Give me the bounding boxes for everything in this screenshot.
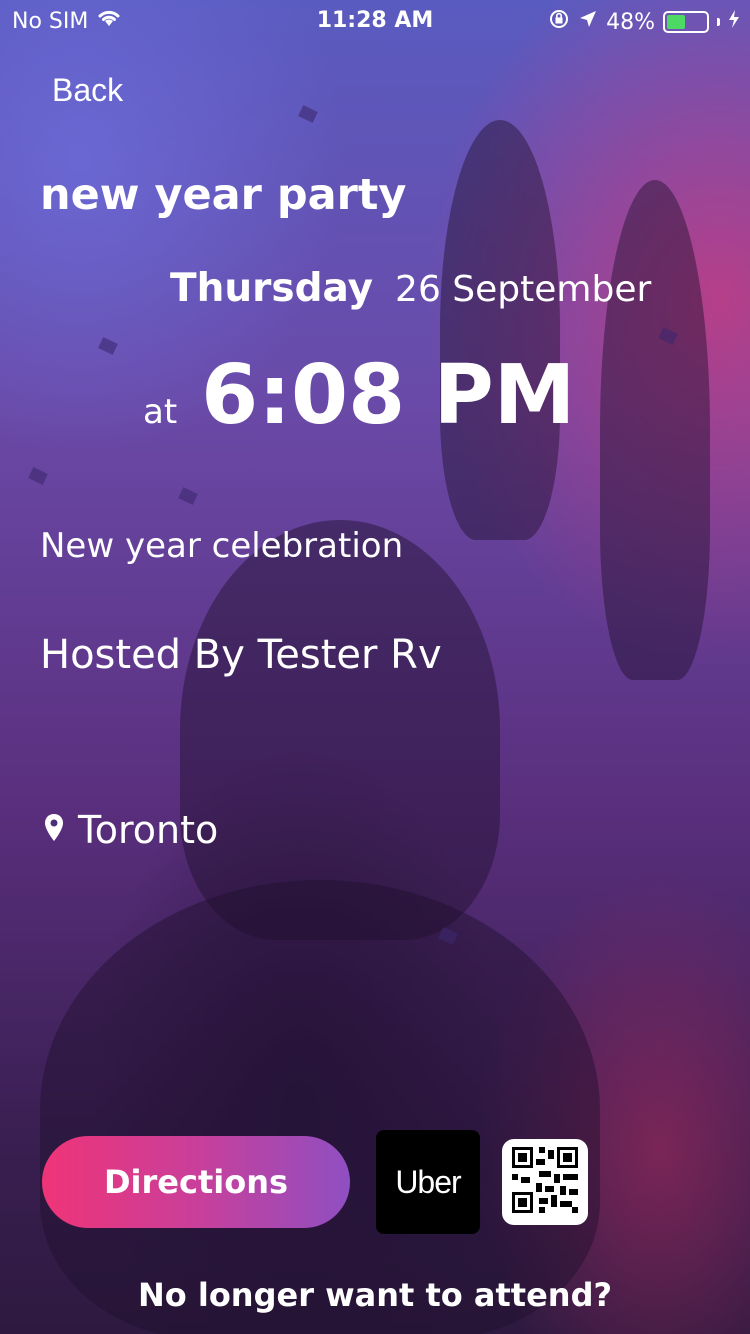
confetti: [98, 337, 118, 355]
battery-icon: [663, 11, 709, 33]
qr-code-button[interactable]: [502, 1139, 588, 1225]
qr-code-icon: [512, 1147, 578, 1217]
charging-bolt-icon: [728, 9, 740, 35]
confetti: [298, 105, 318, 123]
status-bar: No SIM 11:28 AM 48%: [0, 0, 750, 40]
crowd-silhouette: [180, 520, 500, 940]
battery-percent: 48%: [606, 9, 655, 35]
event-time: at 6:08 PM: [143, 348, 575, 443]
event-description: New year celebration: [40, 526, 404, 566]
orientation-lock-icon: [548, 8, 570, 36]
event-day-of-week: Thursday: [170, 266, 374, 311]
location-label: Toronto: [78, 808, 219, 852]
event-host: Hosted By Tester Rv: [40, 632, 442, 678]
time-at-label: at: [143, 392, 178, 432]
crowd-silhouette: [440, 120, 560, 540]
event-location: Toronto: [44, 808, 218, 852]
directions-button[interactable]: Directions: [42, 1136, 350, 1228]
event-clock-time: 6:08 PM: [201, 348, 576, 443]
location-arrow-icon: [578, 9, 598, 35]
back-button[interactable]: Back: [52, 72, 123, 109]
event-date: Thursday 26 September: [170, 266, 651, 311]
map-pin-icon: [44, 808, 64, 852]
event-title: new year party: [40, 170, 407, 220]
crowd-silhouette: [600, 180, 710, 680]
battery-tip: [717, 18, 720, 26]
confetti: [178, 487, 198, 505]
status-right: 48%: [548, 8, 740, 36]
crowd-silhouette: [40, 880, 600, 1334]
battery-fill: [667, 15, 685, 29]
uber-button[interactable]: Uber: [376, 1130, 480, 1234]
cancel-attendance-link[interactable]: No longer want to attend?: [0, 1276, 750, 1314]
confetti: [28, 467, 48, 485]
event-day-month: 26 September: [395, 269, 652, 310]
